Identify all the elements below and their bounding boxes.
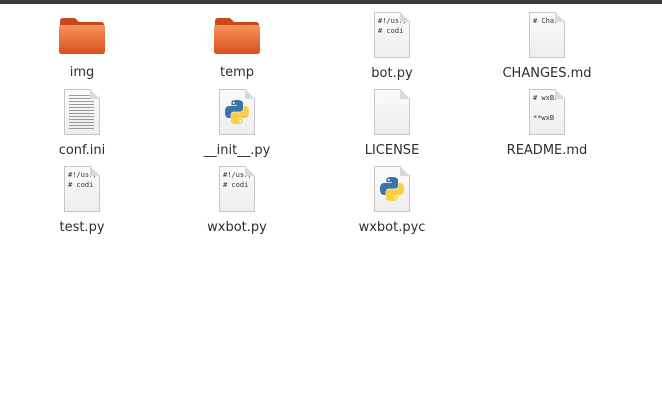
file-item-img[interactable]: img	[17, 10, 147, 80]
preview-line: #!/usr/	[378, 17, 408, 25]
preview-line: # Char	[533, 17, 559, 25]
file-item-temp[interactable]: temp	[172, 10, 302, 80]
preview-line: #!/usr/	[68, 171, 98, 179]
python-icon	[368, 166, 416, 212]
file-item-init-py[interactable]: __init__.py	[172, 87, 302, 158]
document-icon	[368, 89, 416, 135]
file-item-conf-ini[interactable]: conf.ini	[17, 87, 147, 158]
preview-line: # codi	[68, 181, 94, 189]
text-file-icon: # wxBr **wxB	[523, 89, 571, 135]
file-item-license[interactable]: LICENSE	[327, 87, 457, 158]
file-item-changes-md[interactable]: # Char CHANGES.md	[482, 10, 612, 81]
text-file-icon	[58, 89, 106, 135]
folder-icon	[58, 12, 106, 57]
file-label: temp	[219, 65, 254, 80]
preview-line: # wxBr	[533, 94, 559, 102]
file-item-wxbot-py[interactable]: #!/usr/ # codi wxbot.py	[172, 164, 302, 235]
file-label: CHANGES.md	[502, 66, 592, 81]
file-label: test.py	[59, 220, 105, 235]
file-label: bot.py	[371, 66, 413, 81]
file-label: wxbot.pyc	[358, 220, 426, 235]
file-item-wxbot-pyc[interactable]: wxbot.pyc	[327, 164, 457, 235]
preview-line: # codi	[223, 181, 249, 189]
text-file-icon: #!/usr/ # codi	[368, 12, 416, 58]
preview-line: # codi	[378, 27, 404, 35]
preview-line: #!/usr/	[223, 171, 253, 179]
python-icon	[213, 89, 261, 135]
file-label: wxbot.py	[207, 220, 267, 235]
file-label: LICENSE	[364, 143, 420, 158]
preview-line: **wxB	[533, 114, 555, 122]
file-label: img	[69, 65, 95, 80]
text-file-icon: # Char	[523, 12, 571, 58]
text-file-icon: #!/usr/ # codi	[213, 166, 261, 212]
text-file-icon: #!/usr/ # codi	[58, 166, 106, 212]
file-label: __init__.py	[203, 143, 271, 158]
file-grid: img temp #!/usr/ # codi bot.py # Char CH…	[0, 0, 662, 407]
file-label: conf.ini	[58, 143, 106, 158]
file-item-readme-md[interactable]: # wxBr **wxB README.md	[482, 87, 612, 158]
file-label: README.md	[506, 143, 588, 158]
folder-icon	[213, 12, 261, 57]
file-item-test-py[interactable]: #!/usr/ # codi test.py	[17, 164, 147, 235]
file-item-bot-py[interactable]: #!/usr/ # codi bot.py	[327, 10, 457, 81]
